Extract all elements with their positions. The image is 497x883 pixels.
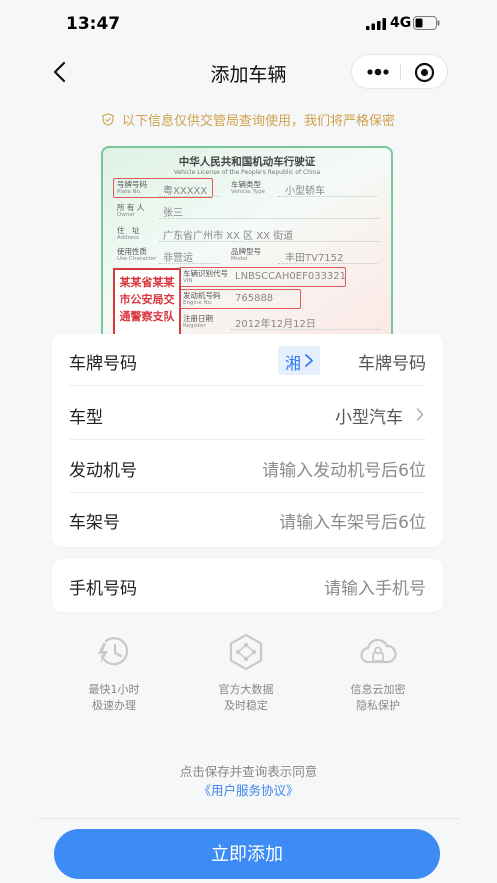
cloud-lock-icon <box>360 638 397 664</box>
feature-title: 最快1小时 <box>88 683 140 696</box>
vehicle-type-value[interactable]: 小型汽车 <box>335 403 403 428</box>
nav-bar: 添加车辆 <box>0 48 497 96</box>
row-divider <box>69 439 426 440</box>
license-value-engine: 765888 <box>235 293 274 304</box>
chevron-right-icon <box>416 408 424 421</box>
feature-subtitle: 隐私保护 <box>356 699 400 712</box>
network-label: 4G <box>390 15 412 31</box>
notice-text: 以下信息仅供交管局查询使用，我们将严格保密 <box>121 114 395 129</box>
license-line <box>159 241 379 242</box>
frame-number-input[interactable]: 请输入车架号后6位 <box>279 508 426 533</box>
frame-label: 车架号 <box>69 513 120 533</box>
license-line <box>159 196 219 197</box>
close-mini-program-icon[interactable] <box>414 62 435 83</box>
seal-line: 通警察支队 <box>119 310 175 323</box>
more-icon[interactable] <box>366 65 390 79</box>
vehicle-type-label: 车型 <box>69 408 103 428</box>
feature-encryption: 信息云加密 隐私保护 <box>318 632 438 714</box>
license-value-vin: LNBSCCAH0EF033321 <box>235 271 347 282</box>
license-line <box>278 196 378 197</box>
engine-number-input[interactable]: 请输入发动机号后6位 <box>262 456 426 481</box>
license-value-address: 广东省广州市 XX 区 XX 街道 <box>163 231 294 242</box>
license-label-use-character: 使用性质 Use Character <box>117 247 157 262</box>
feature-subtitle: 极速办理 <box>92 699 136 712</box>
license-label-register: 注册日期 Register <box>183 314 213 329</box>
agreement-text: 点击保存并查询表示同意 <box>179 764 318 779</box>
plate-number-input[interactable]: 车牌号码 <box>358 349 426 374</box>
shield-check-icon <box>102 113 114 126</box>
chevron-right-icon <box>305 354 313 367</box>
vehicle-type-row[interactable]: 车型 小型汽车 <box>52 388 443 440</box>
license-value-register: 2012年12月12日 <box>235 319 316 330</box>
license-label-vin: 车辆识别代号 VIN <box>183 269 228 284</box>
engine-label: 发动机号 <box>69 461 137 481</box>
phone-row: 手机号码 请输入手机号 <box>52 559 443 611</box>
status-bar: 13:47 4G <box>0 0 497 44</box>
license-label-plate: 号牌号码 Plate No. <box>117 180 147 195</box>
license-value-owner: 张三 <box>163 208 183 219</box>
privacy-notice: 以下信息仅供交管局查询使用，我们将严格保密 <box>0 110 497 130</box>
seal-line: 某某省某某 <box>119 276 175 289</box>
license-subtitle: Vehicle License of the People's Republic… <box>173 169 321 176</box>
frame-row: 车架号 请输入车架号后6位 <box>52 493 443 545</box>
license-line <box>278 263 378 264</box>
plate-row: 车牌号码 湘 车牌号码 <box>52 334 443 386</box>
data-hexagon-icon <box>229 633 263 671</box>
feature-fast: 最快1小时 极速办理 <box>54 632 174 714</box>
license-label-model: 品牌型号 Model <box>231 247 261 262</box>
phone-form: 手机号码 请输入手机号 <box>52 559 443 612</box>
license-title: 中华人民共和国机动车行驶证 <box>178 156 316 168</box>
feature-official-data: 官方大数据 及时稳定 <box>186 632 306 714</box>
license-value-model: 丰田TV7152 <box>285 253 344 264</box>
capsule-divider <box>400 64 401 80</box>
add-now-button[interactable]: 立即添加 <box>54 829 440 879</box>
feature-title: 官方大数据 <box>218 683 274 696</box>
plate-province-selector[interactable]: 湘 <box>278 346 320 375</box>
license-label-vehicle-type: 车辆类型 Vehicle Type <box>231 180 266 195</box>
license-line <box>231 329 379 330</box>
row-divider <box>69 385 426 386</box>
bottom-divider <box>38 818 459 819</box>
license-line <box>159 218 379 219</box>
license-value-vehicle-type: 小型轿车 <box>285 186 325 197</box>
license-label-owner: 所 有 人 Owner <box>117 203 145 218</box>
license-value-use-character: 非营运 <box>163 253 193 264</box>
mini-program-capsule <box>351 54 448 89</box>
license-label-address: 住 址 Address <box>117 226 140 241</box>
feature-title: 信息云加密 <box>350 683 406 696</box>
license-value-plate: 粤XXXXX <box>163 186 208 197</box>
vehicle-info-form: 车牌号码 湘 车牌号码 车型 小型汽车 发动机号 请输入发动机号后6位 车架号 … <box>52 334 443 547</box>
status-time: 13:47 <box>66 14 121 34</box>
plate-province-text: 湘 <box>285 354 302 373</box>
engine-row: 发动机号 请输入发动机号后6位 <box>52 441 443 493</box>
seal-line: 市公安局交 <box>119 293 175 306</box>
phone-label: 手机号码 <box>69 579 137 599</box>
feature-subtitle: 及时稳定 <box>224 699 268 712</box>
license-label-engine: 发动机号码 Engine No. <box>183 291 221 306</box>
lightning-clock-icon <box>98 637 129 666</box>
plate-label: 车牌号码 <box>69 354 137 374</box>
vehicle-license-illustration: 中华人民共和国机动车行驶证 Vehicle License of the Peo… <box>101 146 393 342</box>
license-line <box>159 263 219 264</box>
battery-icon <box>413 16 440 30</box>
phone-input[interactable]: 请输入手机号 <box>324 574 426 599</box>
issuing-authority-seal: 某某省某某 市公安局交 通警察支队 <box>113 268 181 336</box>
user-agreement-link[interactable]: 《用户服务协议》 <box>0 780 497 799</box>
signal-icon <box>366 18 386 30</box>
